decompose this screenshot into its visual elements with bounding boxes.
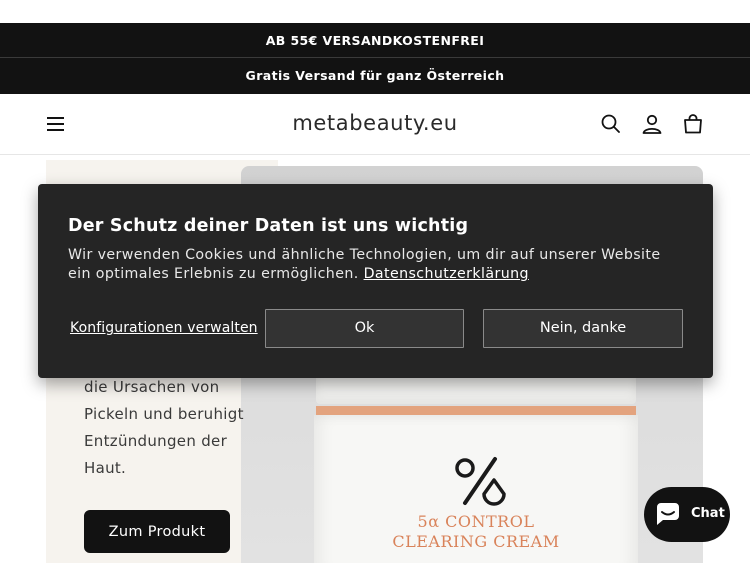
accept-cookies-button[interactable]: Ok [265, 309, 464, 348]
cookie-banner: Der Schutz deiner Daten ist uns wichtig … [38, 184, 713, 378]
site-header: metabeauty.eu [0, 94, 750, 155]
search-icon[interactable] [599, 112, 623, 136]
cookie-banner-title: Der Schutz deiner Daten ist uns wichtig [68, 216, 469, 236]
cart-icon[interactable] [681, 112, 705, 136]
brand-percent-logo-icon [455, 457, 506, 506]
chat-button[interactable]: Chat [644, 487, 730, 542]
logo-container: metabeauty.eu [0, 111, 750, 135]
announcement-bar-shipping: AB 55€ VERSANDKOSTENFREI [0, 23, 750, 58]
privacy-policy-link[interactable]: Datenschutzerklärung [364, 266, 529, 282]
product-label-line2: CLEARING CREAM [392, 532, 560, 551]
cookie-banner-text: Wir verwenden Cookies und ähnliche Techn… [68, 246, 688, 284]
manage-configurations-link[interactable]: Konfigurationen verwalten [70, 320, 258, 336]
account-icon[interactable] [640, 112, 664, 136]
site-logo[interactable]: metabeauty.eu [292, 111, 457, 135]
product-button[interactable]: Zum Produkt [84, 510, 230, 553]
decline-cookies-button[interactable]: Nein, danke [483, 309, 683, 348]
announcement-bar-austria: Gratis Versand für ganz Österreich [0, 58, 750, 94]
chat-bubble-icon [657, 503, 679, 525]
jar-band [316, 406, 636, 415]
hero-description: die Ursachen von Pickeln und beruhigt En… [84, 378, 244, 477]
menu-icon[interactable] [44, 113, 68, 135]
product-label-line1: 5α CONTROL [417, 512, 535, 531]
chat-label: Chat [691, 506, 725, 521]
